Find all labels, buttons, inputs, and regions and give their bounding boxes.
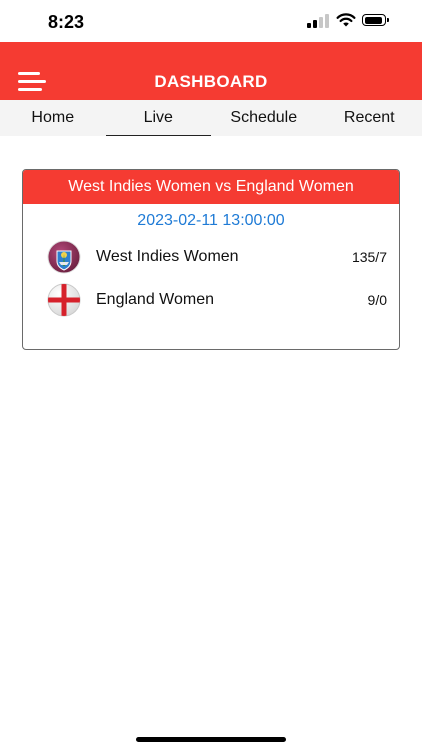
wifi-icon — [336, 13, 356, 27]
team-score: 135/7 — [351, 249, 387, 265]
team-score: 9/0 — [367, 292, 387, 308]
team-row: West Indies Women 135/7 — [47, 240, 387, 274]
tab-recent[interactable]: Recent — [317, 100, 422, 136]
england-flag-icon — [47, 283, 81, 317]
status-time: 8:23 — [48, 12, 85, 32]
match-card[interactable]: West Indies Women vs England Women 2023-… — [22, 169, 400, 350]
team-name: West Indies Women — [96, 248, 239, 265]
screen: 8:23 DASHBOARD Home Live Schedule Recent — [0, 0, 422, 750]
tab-live[interactable]: Live — [105, 100, 212, 136]
match-title: West Indies Women vs England Women — [23, 170, 399, 204]
battery-icon — [362, 14, 389, 26]
tab-bar: Home Live Schedule Recent — [0, 100, 422, 136]
team-row: England Women 9/0 — [47, 283, 387, 317]
page-title: DASHBOARD — [154, 72, 268, 91]
signal-icon — [307, 14, 329, 28]
west-indies-flag-icon — [47, 240, 81, 274]
status-bar: 8:23 — [0, 0, 422, 42]
match-datetime: 2023-02-11 13:00:00 — [137, 212, 285, 229]
team-name: England Women — [96, 291, 214, 308]
tab-home[interactable]: Home — [0, 100, 106, 136]
home-indicator — [136, 737, 286, 742]
tab-schedule[interactable]: Schedule — [211, 100, 317, 136]
app-header: DASHBOARD — [0, 42, 422, 100]
